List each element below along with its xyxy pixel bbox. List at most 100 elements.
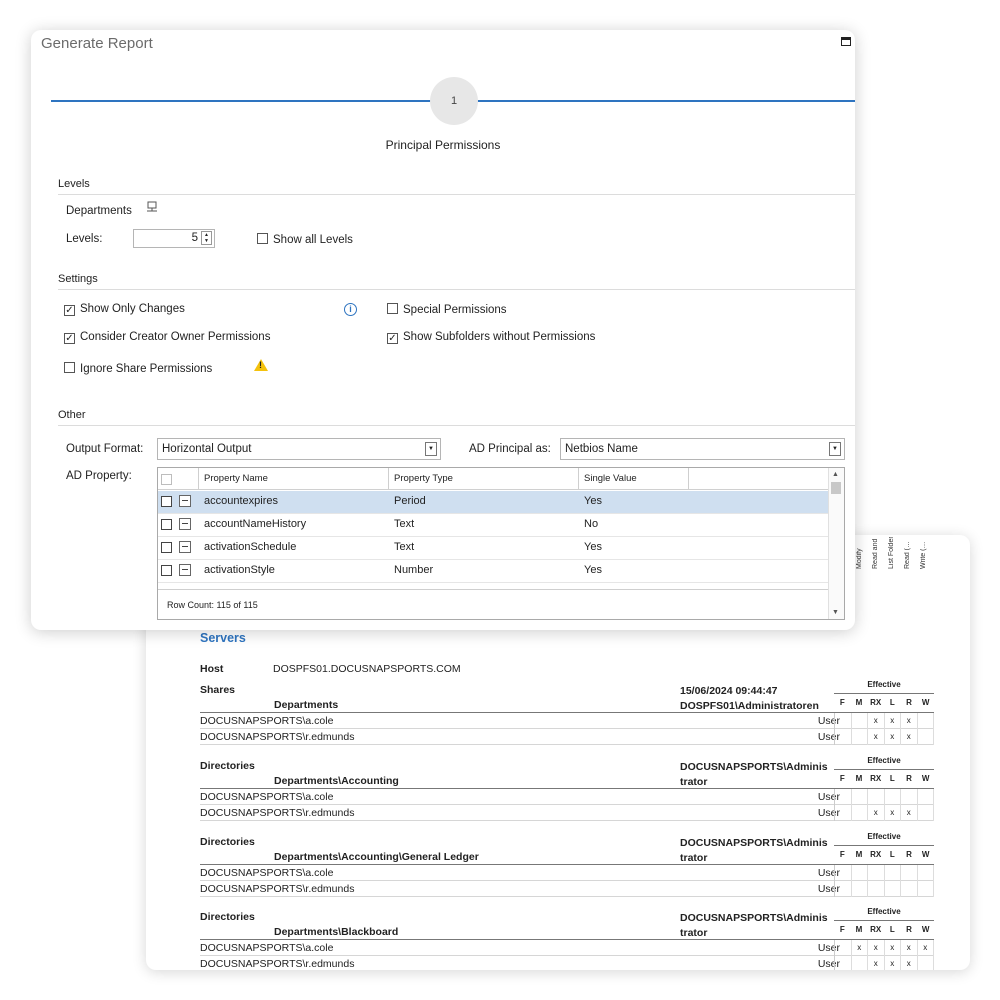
effective-divider (834, 845, 934, 846)
perm-cell: x (868, 940, 885, 956)
scrollbar-thumb[interactable] (831, 482, 841, 494)
checkbox-icon[interactable] (387, 303, 398, 314)
spinner-arrows-icon[interactable]: ▲ ▼ (201, 231, 212, 245)
permission-cells (834, 789, 934, 805)
grid-scrollbar[interactable]: ▲ ▼ (828, 468, 844, 619)
ad-principal-select[interactable]: Netbios Name ▼ (560, 438, 845, 460)
permission-cells: xxxxx (834, 940, 934, 956)
info-icon[interactable]: i (344, 303, 357, 316)
show-all-levels-checkbox[interactable]: Show all Levels (257, 233, 353, 246)
perm-cell: x (885, 713, 901, 729)
row-checkbox[interactable] (161, 542, 172, 553)
account-name: DOCUSNAPSPORTS\r.edmunds (200, 731, 355, 743)
ignore-share-permissions-checkbox[interactable]: Ignore Share Permissions (64, 362, 212, 375)
account-kind: User (817, 715, 840, 727)
ad-principal-value: Netbios Name (565, 443, 638, 455)
checkbox-label: Ignore Share Permissions (80, 363, 213, 375)
row-checkbox[interactable] (161, 519, 172, 530)
property-type: Text (394, 541, 415, 553)
checkbox-icon[interactable] (64, 305, 75, 316)
perm-cell (835, 956, 852, 970)
levels-value: 5 (191, 232, 198, 244)
perm-cell (835, 729, 852, 745)
show-subfolders-checkbox[interactable]: Show Subfolders without Permissions (387, 331, 595, 344)
table-row: DOCUSNAPSPORTS\r.edmunds User xxx (200, 729, 934, 745)
departments-label: Departments (66, 205, 132, 217)
perm-cell (835, 805, 852, 821)
collapse-icon[interactable] (179, 518, 191, 530)
perm-cell (918, 729, 934, 745)
output-format-select[interactable]: Horizontal Output ▼ (157, 438, 441, 460)
perm-cell (852, 789, 868, 805)
perm-cell (901, 789, 918, 805)
scroll-up-icon[interactable]: ▲ (832, 471, 839, 478)
section-meta-line: 15/06/2024 09:44:47 (680, 685, 778, 697)
perm-cell (885, 881, 901, 897)
show-only-changes-checkbox[interactable]: Show Only Changes (64, 303, 185, 316)
host-value: DOSPFS01.DOCUSNAPSPORTS.COM (273, 663, 461, 675)
settings-group-label: Settings (58, 273, 98, 285)
single-value: Yes (584, 495, 602, 507)
perm-cell: x (901, 729, 918, 745)
warning-icon (254, 359, 268, 371)
account-name: DOCUSNAPSPORTS\a.cole (200, 942, 334, 954)
perm-col: M (855, 925, 863, 934)
section-meta-line: DOCUSNAPSPORTS\Adminis (680, 761, 828, 773)
row-checkbox[interactable] (161, 496, 172, 507)
table-row: DOCUSNAPSPORTS\a.cole User xxx (200, 713, 934, 729)
perm-col: W (921, 774, 930, 783)
levels-label: Levels: (66, 233, 103, 245)
property-name: accountNameHistory (204, 518, 307, 530)
scroll-down-icon[interactable]: ▼ (832, 609, 839, 616)
stepper-line-left (51, 100, 431, 102)
stepper-line-right (477, 100, 855, 102)
table-row[interactable]: accountNameHistory Text No (158, 514, 828, 537)
perm-col: F (839, 925, 845, 934)
chevron-down-icon[interactable]: ▼ (425, 442, 437, 456)
table-row[interactable]: accountexpires Period Yes (158, 491, 828, 514)
select-all-checkbox[interactable] (161, 474, 172, 485)
collapse-icon[interactable] (179, 541, 191, 553)
dialog-title: Generate Report (41, 35, 153, 52)
checkbox-icon[interactable] (387, 333, 398, 344)
network-share-icon[interactable] (146, 201, 158, 213)
step-label: Principal Permissions (385, 138, 501, 152)
perm-cell (852, 713, 868, 729)
account-kind: User (817, 942, 840, 954)
special-permissions-checkbox[interactable]: Special Permissions (387, 303, 507, 316)
collapse-icon[interactable] (179, 564, 191, 576)
perm-cell (868, 881, 885, 897)
column-header-property-name[interactable]: Property Name (198, 468, 388, 489)
perm-cell (918, 865, 934, 881)
ad-property-label: AD Property: (66, 470, 132, 482)
perm-cell (918, 881, 934, 897)
consider-creator-owner-checkbox[interactable]: Consider Creator Owner Permissions (64, 331, 270, 344)
perm-col: L (889, 925, 895, 934)
table-row: DOCUSNAPSPORTS\a.cole User xxxxx (200, 940, 934, 956)
checkbox-label: Special Permissions (403, 304, 507, 316)
rotated-header-list-folder: List Folder Contents (888, 537, 895, 569)
perm-cell: x (868, 805, 885, 821)
perm-col: RX (870, 925, 882, 934)
account-name: DOCUSNAPSPORTS\r.edmunds (200, 883, 355, 895)
levels-spinner[interactable]: 5 ▲ ▼ (133, 229, 215, 248)
row-checkbox[interactable] (161, 565, 172, 576)
rotated-header-modify: Modify (856, 548, 863, 569)
table-row[interactable]: activationStyle Number Yes (158, 560, 828, 583)
property-type: Period (394, 495, 426, 507)
collapse-icon[interactable] (179, 495, 191, 507)
perm-cell (852, 956, 868, 970)
property-name: activationSchedule (204, 541, 297, 553)
output-format-value: Horizontal Output (162, 443, 252, 455)
perm-cell (835, 865, 852, 881)
checkbox-icon[interactable] (257, 233, 268, 244)
table-row[interactable]: activationSchedule Text Yes (158, 537, 828, 560)
perm-cell (835, 940, 852, 956)
chevron-down-icon[interactable]: ▼ (829, 442, 841, 456)
checkbox-icon[interactable] (64, 333, 75, 344)
checkbox-icon[interactable] (64, 362, 75, 373)
column-header-empty (688, 468, 830, 489)
column-header-property-type[interactable]: Property Type (388, 468, 578, 489)
column-header-single-value[interactable]: Single Value (578, 468, 688, 489)
maximize-icon[interactable] (841, 37, 851, 46)
